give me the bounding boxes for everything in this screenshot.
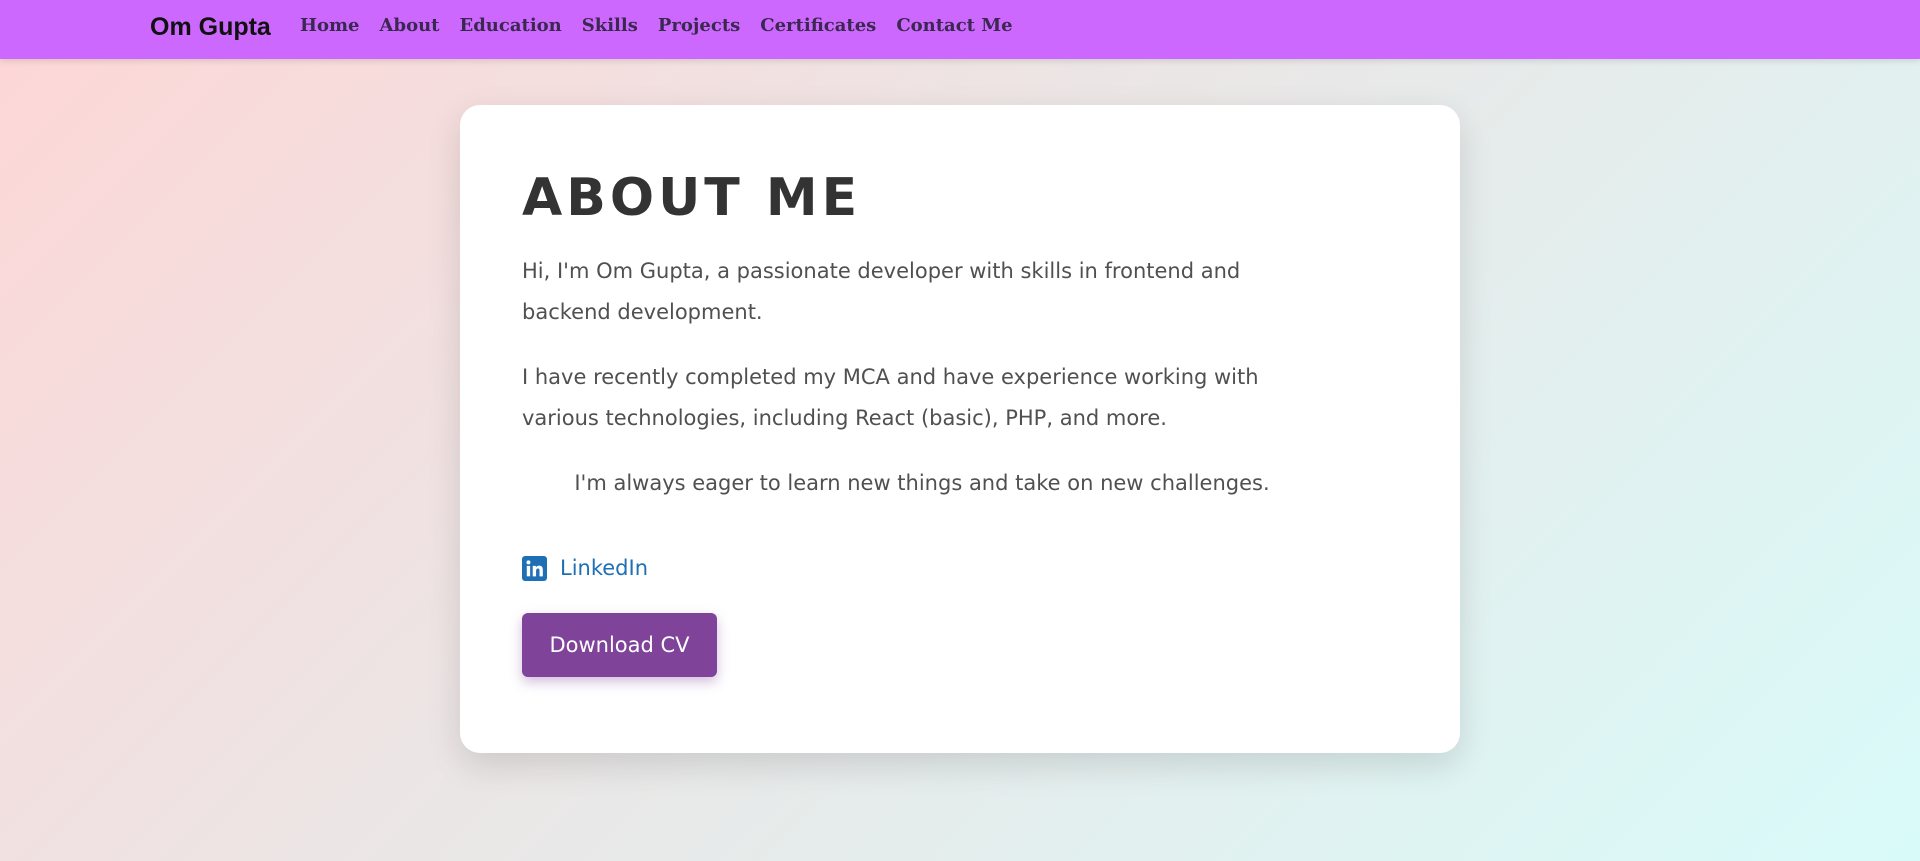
linkedin-icon: [522, 555, 547, 581]
about-paragraph-experience: I have recently completed my MCA and hav…: [522, 365, 1259, 430]
nav-links: Home About Education Skills Projects Cer…: [300, 14, 1013, 38]
linkedin-link[interactable]: LinkedIn: [522, 554, 648, 582]
brand-logo-link[interactable]: Om Gupta: [150, 12, 271, 42]
nav-link-about[interactable]: About: [380, 14, 440, 38]
nav-link-projects[interactable]: Projects: [658, 14, 740, 38]
linkedin-label: LinkedIn: [560, 556, 649, 580]
nav-link-home[interactable]: Home: [300, 14, 360, 38]
about-paragraph-learning: I'm always eager to learn new things and…: [574, 471, 1270, 495]
download-cv-button[interactable]: Download CV: [522, 613, 717, 677]
nav-link-contact-me[interactable]: Contact Me: [896, 14, 1012, 38]
nav-link-education[interactable]: Education: [459, 14, 561, 38]
nav-link-certificates[interactable]: Certificates: [760, 14, 876, 38]
about-title: ABOUT ME: [522, 168, 862, 228]
about-card: ABOUT ME Hi, I'm Om Gupta, a passionate …: [460, 105, 1460, 753]
top-navbar: Om Gupta Home About Education Skills Pro…: [0, 0, 1920, 59]
about-paragraph-intro: Hi, I'm Om Gupta, a passionate developer…: [522, 259, 1241, 324]
nav-link-skills[interactable]: Skills: [582, 14, 638, 38]
